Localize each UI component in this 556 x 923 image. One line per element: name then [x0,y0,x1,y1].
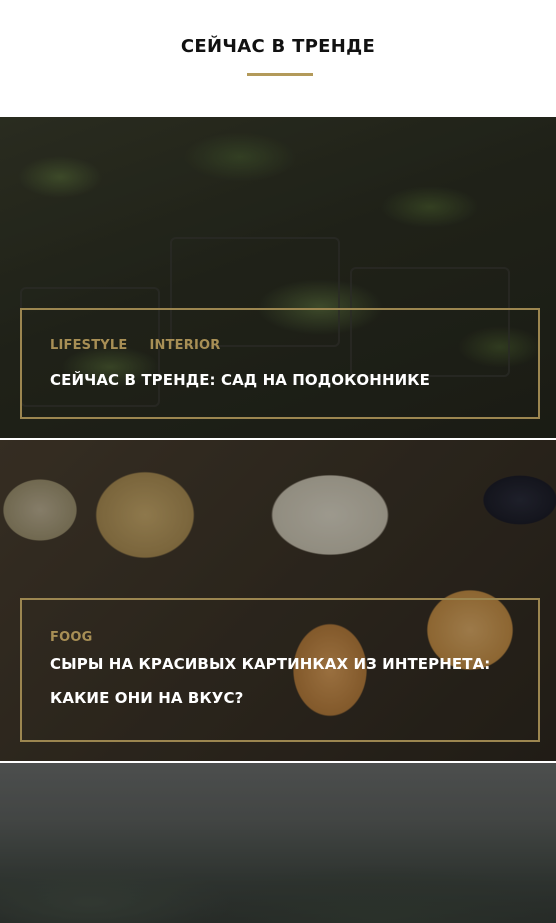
image-overlay [0,763,556,923]
post-tags: LIFESTYLE INTERIOR [50,338,510,353]
post-tags: FOOG [50,630,510,645]
tag-link[interactable]: LIFESTYLE [50,338,128,353]
post-card[interactable] [0,763,556,923]
post-info-box: LIFESTYLE INTERIOR СЕЙЧАС В ТРЕНДЕ: САД … [20,308,540,419]
post-card[interactable]: FOOG СЫРЫ НА КРАСИВЫХ КАРТИНКАХ ИЗ ИНТЕР… [0,440,556,761]
title-underline [247,73,313,76]
post-title-link[interactable]: СЕЙЧАС В ТРЕНДЕ: САД НА ПОДОКОННИКЕ [50,363,510,397]
post-title-link[interactable]: СЫРЫ НА КРАСИВЫХ КАРТИНКАХ ИЗ ИНТЕРНЕТА:… [50,647,510,715]
post-info-box: FOOG СЫРЫ НА КРАСИВЫХ КАРТИНКАХ ИЗ ИНТЕР… [20,598,540,742]
tag-link[interactable]: FOOG [50,630,92,645]
post-card[interactable]: LIFESTYLE INTERIOR СЕЙЧАС В ТРЕНДЕ: САД … [0,117,556,438]
trending-section-header: СЕЙЧАС В ТРЕНДЕ [0,0,556,117]
section-title: СЕЙЧАС В ТРЕНДЕ [180,36,376,57]
tag-link[interactable]: INTERIOR [150,338,221,353]
